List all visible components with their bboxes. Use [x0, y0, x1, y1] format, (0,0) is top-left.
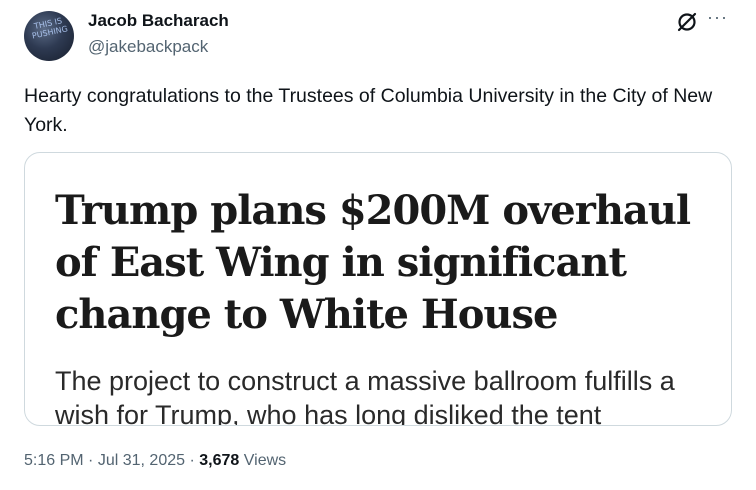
meta-separator: ·: [88, 452, 94, 469]
avatar-text: THIS IS PUSHING: [31, 16, 69, 41]
card-subhead: The project to construct a massive ballr…: [55, 366, 675, 426]
tweet-text: Hearty congratulations to the Trustees o…: [24, 85, 713, 136]
link-card[interactable]: Trump plans $200M overhaul of East Wing …: [24, 152, 732, 426]
card-headline: Trump plans $200M overhaul of East Wing …: [55, 187, 691, 338]
views-label: Views: [243, 452, 287, 469]
more-icon[interactable]: ···: [707, 8, 733, 30]
views-count: 3,678: [199, 452, 240, 469]
tweet-time[interactable]: 5:16 PM: [24, 452, 84, 469]
grok-icon[interactable]: [675, 10, 699, 34]
tweet-date[interactable]: Jul 31, 2025: [98, 452, 185, 469]
author-handle[interactable]: @jakebackpack: [88, 37, 208, 57]
tweet-meta: 5:16 PM · Jul 31, 2025 · 3,678 Views: [24, 452, 286, 470]
meta-separator: ·: [189, 452, 195, 469]
avatar[interactable]: THIS IS PUSHING: [24, 11, 74, 61]
author-name[interactable]: Jacob Bacharach: [88, 11, 229, 31]
